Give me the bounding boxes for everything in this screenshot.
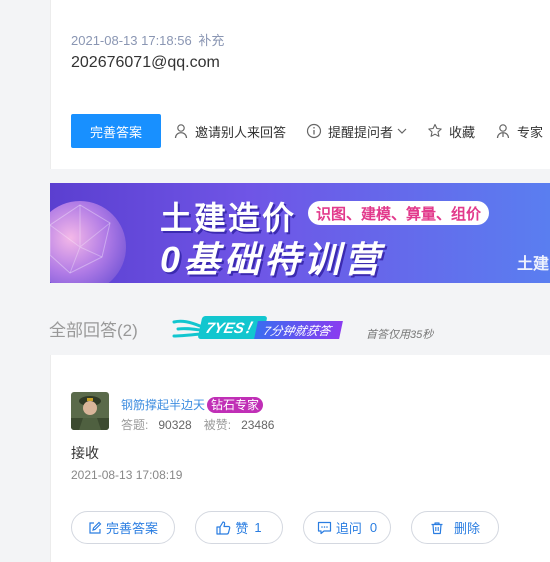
delete-label: 删除: [453, 521, 480, 536]
question-actions: 完善答案 邀请别人来回答 提醒提问者 收藏 专家: [71, 114, 550, 148]
badge-tail: 7分钟就获答: [254, 321, 343, 339]
answer-author: 钢筋撑起半边天 钻石专家: [121, 396, 264, 413]
answers-label: 答题:: [121, 418, 149, 432]
like-button[interactable]: 赞 1: [195, 511, 283, 544]
improve-label: 完善答案: [105, 521, 158, 536]
globe-graphic: [50, 201, 126, 283]
improve-answer-pill-button[interactable]: 完善答案: [71, 511, 175, 544]
answers-title: 全部回答(2): [49, 321, 138, 340]
answer-text: 接收: [71, 445, 99, 461]
avatar[interactable]: [71, 392, 109, 430]
question-content: 202676071@qq.com: [71, 54, 220, 71]
answer-card: 钢筋撑起半边天 钻石专家 答题: 90328 被赞: 23486 接收 2021-08…: [50, 355, 550, 562]
avatar-image: [71, 392, 109, 430]
author-stats: 答题: 90328 被赞: 23486: [121, 416, 286, 433]
like-label: 赞: [235, 521, 249, 536]
invite-button[interactable]: 邀请别人来回答: [173, 122, 286, 141]
first-answer-note: 首答仅用35秒: [366, 329, 434, 341]
answer-timestamp: 2021-08-13 17:08:19: [71, 468, 183, 482]
banner-subheadline: 0基础特训营: [160, 239, 385, 280]
delete-button[interactable]: 删除: [411, 511, 499, 544]
comment-icon: [317, 521, 331, 534]
thumbs-up-icon: [216, 520, 231, 535]
promo-banner[interactable]: 土建造价 识图、建模、算量、组价 0基础特训营 土建: [50, 183, 550, 283]
trash-icon: [431, 521, 443, 534]
question-timestamp: 2021-08-13 17:18:56: [71, 33, 192, 48]
expert-icon: [496, 124, 510, 139]
username-link[interactable]: 钢筋撑起半边天: [121, 396, 205, 413]
favorite-label: 收藏: [449, 124, 476, 140]
banner-tagline: 识图、建模、算量、组价: [308, 201, 490, 225]
remind-label: 提醒提问者: [328, 124, 394, 140]
question-meta: 2021-08-13 17:18:56 补充: [71, 30, 224, 49]
likes-label: 被赞:: [203, 418, 232, 432]
rank-badge: 钻石专家: [207, 396, 264, 413]
answer-actions: 完善答案 赞 1 追问 0 删除: [71, 511, 519, 544]
invite-label: 邀请别人来回答: [195, 124, 287, 140]
expert-button[interactable]: 专家: [495, 122, 543, 141]
improve-answer-button[interactable]: 完善答案: [71, 114, 161, 148]
person-icon: [174, 124, 188, 139]
chevron-down-icon: [397, 128, 407, 134]
remind-dropdown[interactable]: 提醒提问者: [306, 122, 407, 141]
favorite-button[interactable]: 收藏: [427, 122, 475, 141]
question-card: 2021-08-13 17:18:56 补充 202676071@qq.com …: [50, 0, 550, 169]
likes-count: 23486: [241, 418, 275, 432]
star-icon: [428, 123, 442, 137]
expert-label: 专家: [517, 124, 544, 140]
like-count: 1: [254, 520, 262, 535]
info-icon: [306, 123, 322, 139]
supplement-label: 补充: [198, 33, 225, 48]
edit-icon: [89, 521, 102, 534]
fast-answer-badge: 7YES！ 7分钟就获答: [172, 314, 357, 342]
answers-count: 90328: [158, 418, 192, 432]
followup-label: 追问: [335, 521, 362, 536]
followup-button[interactable]: 追问 0: [303, 511, 391, 544]
followup-count: 0: [369, 520, 378, 535]
banner-corner-text: 土建: [517, 256, 550, 273]
